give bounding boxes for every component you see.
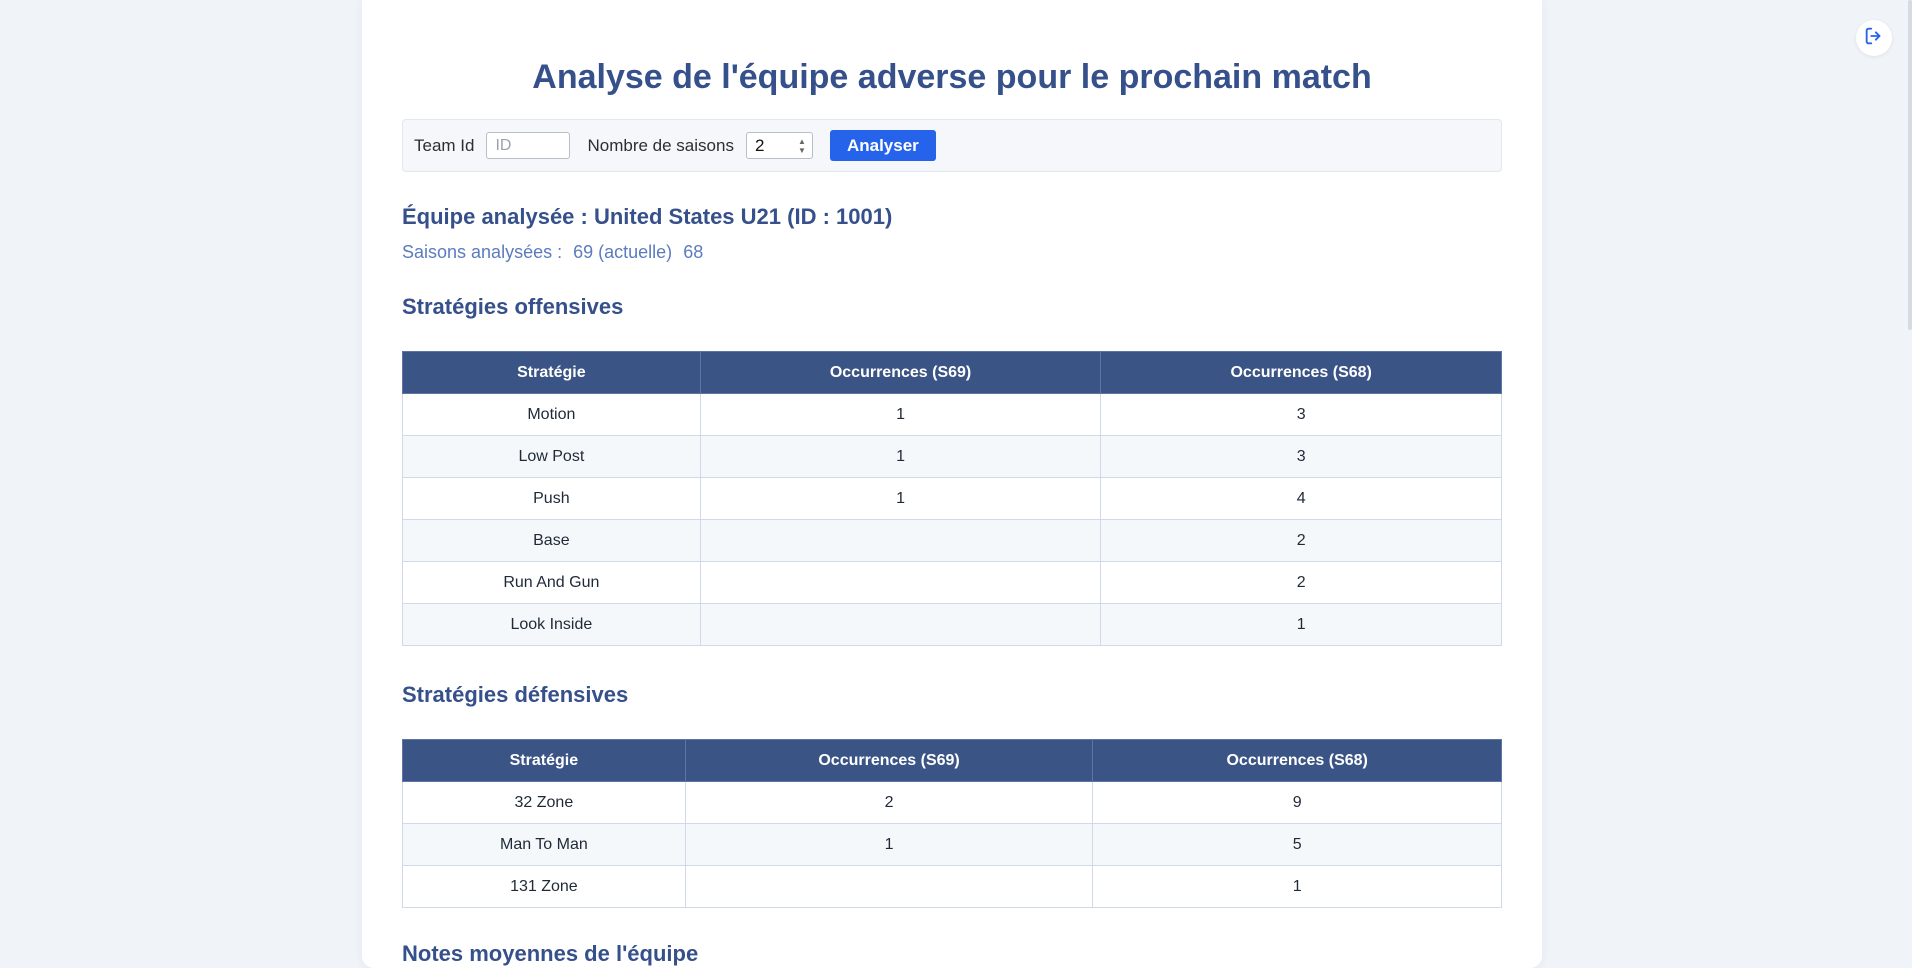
season-item: 68 [683,242,704,262]
table-cell: Run And Gun [402,561,701,604]
table-cell [684,865,1094,908]
table-cell: Base [402,519,701,562]
team-id-input[interactable] [486,132,571,159]
table-cell: 32 Zone [402,781,686,824]
seasons-analysed-label: Saisons analysées : [402,242,563,262]
column-header: Occurrences (S68) [1092,739,1502,782]
scrollbar-thumb[interactable] [1908,0,1912,330]
table-row: Push 1 4 [402,477,1502,520]
page-scrollbar[interactable] [1906,0,1912,968]
offense-table: Stratégie Occurrences (S69) Occurrences … [402,351,1502,646]
table-cell: 5 [1092,823,1502,866]
table-cell: 131 Zone [402,865,686,908]
table-row: Run And Gun 2 [402,561,1502,604]
table-cell: Motion [402,393,701,436]
table-header-row: Stratégie Occurrences (S69) Occurrences … [402,739,1502,782]
page-title: Analyse de l'équipe adverse pour le proc… [532,58,1372,96]
table-cell: 4 [1100,477,1502,520]
table-row: Base 2 [402,519,1502,562]
analyse-button[interactable]: Analyser [829,130,936,161]
defense-section-title: Stratégies défensives [402,682,629,707]
table-cell: 9 [1092,781,1502,824]
stepper-arrows-icon[interactable]: ▲ ▼ [798,137,806,155]
table-header-row: Stratégie Occurrences (S69) Occurrences … [402,351,1502,394]
seasons-count-stepper[interactable]: 2 ▲ ▼ [745,132,813,159]
team-title: Équipe analysée : United States U21 (ID … [402,204,893,229]
table-cell: 1 [699,393,1102,436]
table-cell: Low Post [402,435,701,478]
table-cell [699,603,1102,646]
defense-table: Stratégie Occurrences (S69) Occurrences … [402,739,1502,908]
analysis-form: Team Id Nombre de saisons 2 ▲▼ Analyser [402,119,1502,172]
table-cell: 3 [1100,393,1502,436]
table-cell: Push [402,477,701,520]
table-row: 131 Zone 1 [402,865,1502,908]
table-cell: 2 [1100,519,1502,562]
table-cell [699,561,1102,604]
table-cell: 1 [1100,603,1502,646]
column-header: Stratégie [402,739,686,782]
column-header: Occurrences (S69) [684,739,1094,782]
main-card: Analyse de l'équipe adverse pour le proc… [362,0,1542,968]
table-cell [699,519,1102,562]
table-cell: 2 [684,781,1094,824]
table-row: Look Inside 1 [402,603,1502,646]
table-cell: Man To Man [402,823,686,866]
team-id-label: Team Id [414,135,475,155]
seasons-count-label: Nombre de saisons [587,135,734,155]
table-cell: 1 [684,823,1094,866]
logout-icon [1863,25,1885,52]
ratings-section-title: Notes moyennes de l'équipe [402,941,699,966]
table-cell: 1 [699,435,1102,478]
table-row: Low Post 1 3 [402,435,1502,478]
table-row: 32 Zone 2 9 [402,781,1502,824]
table-cell: 2 [1100,561,1502,604]
column-header: Occurrences (S68) [1100,351,1502,394]
logout-button[interactable] [1856,20,1892,56]
season-item: 69 (actuelle) [573,242,673,262]
table-cell: 3 [1100,435,1502,478]
offense-section-title: Stratégies offensives [402,294,624,319]
column-header: Occurrences (S69) [699,351,1102,394]
seasons-count-value: 2 [754,135,765,155]
table-cell: 1 [699,477,1102,520]
seasons-analysed: Saisons analysées : 69 (actuelle) 68 [402,242,709,263]
table-row: Man To Man 1 5 [402,823,1502,866]
table-cell: Look Inside [402,603,701,646]
table-row: Motion 1 3 [402,393,1502,436]
table-cell: 1 [1092,865,1502,908]
column-header: Stratégie [402,351,701,394]
